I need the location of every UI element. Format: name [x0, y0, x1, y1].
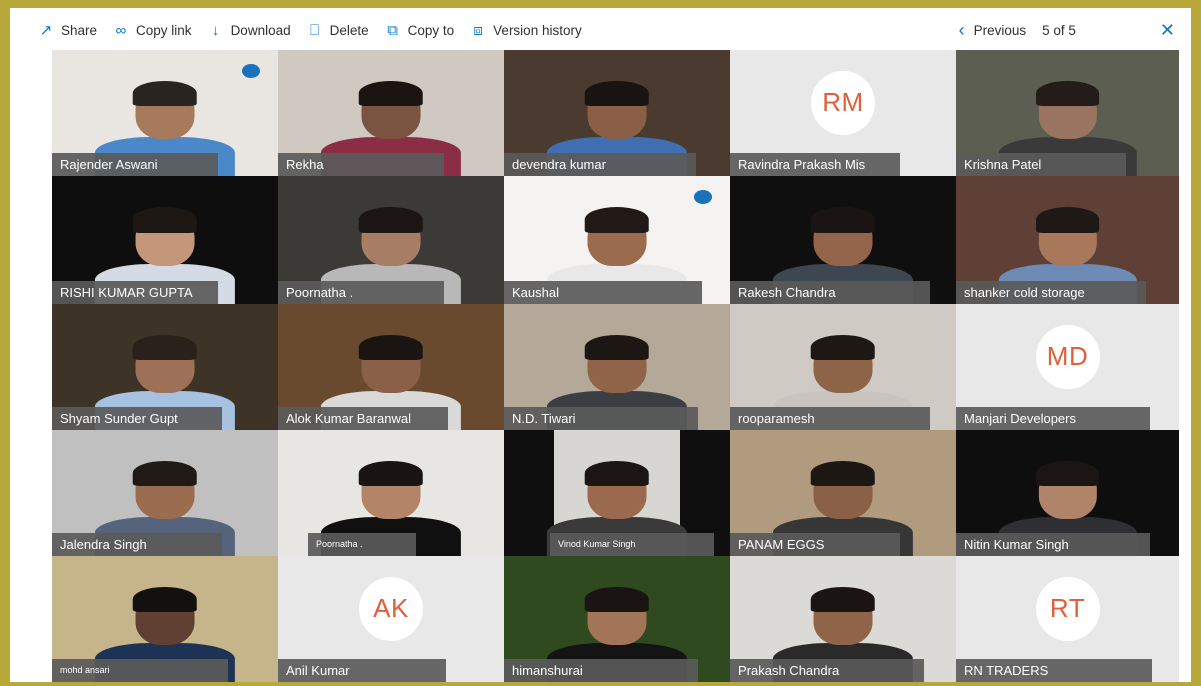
download-button[interactable]: ↓ Download: [208, 23, 291, 38]
viewer-frame: ↗ Share ∞ Copy link ↓ Download ⎕ Delete …: [10, 8, 1191, 682]
page-counter: 5 of 5: [1042, 22, 1076, 38]
participant-tile: devendra kumar: [504, 50, 730, 176]
participant-initials-avatar: AK: [359, 576, 423, 641]
participant-name-label: Rakesh Chandra: [730, 281, 930, 304]
brand-logo-icon: [242, 64, 260, 78]
participant-tile: RT RN TRADERS: [956, 556, 1179, 682]
participant-name-label: Manjari Developers: [956, 407, 1150, 430]
participant-tile: AK Anil Kumar: [278, 556, 504, 682]
participant-name-label: Kaushal: [504, 281, 702, 304]
participant-tile: Alok Kumar Baranwal: [278, 304, 504, 430]
participant-name-label: shanker cold storage: [956, 281, 1146, 304]
participant-name-label: Anil Kumar: [278, 659, 446, 682]
participant-tile: Poornatha .: [278, 176, 504, 304]
download-label: Download: [230, 22, 291, 38]
participant-name-label: Krishna Patel: [956, 153, 1126, 176]
copy-link-button[interactable]: ∞ Copy link: [113, 23, 192, 38]
participant-name-label: Ravindra Prakash Mis: [730, 153, 900, 176]
delete-label: Delete: [329, 22, 369, 38]
copy-link-label: Copy link: [136, 22, 192, 38]
participant-tile: Poornatha .: [278, 430, 504, 556]
history-icon: ⧈: [473, 21, 483, 39]
participant-name-label: devendra kumar: [504, 153, 696, 176]
close-icon[interactable]: ✕: [1160, 20, 1175, 41]
share-icon: ↗: [39, 21, 53, 39]
participant-tile: Shyam Sunder Gupt: [52, 304, 278, 430]
link-icon: ∞: [115, 21, 127, 39]
participant-name-label: RISHI KUMAR GUPTA: [52, 281, 218, 304]
participant-name-label: Poornatha .: [308, 533, 416, 556]
participant-name-label: rooparamesh: [730, 407, 930, 430]
participant-tile: Kaushal: [504, 176, 730, 304]
participant-tile: Rekha: [278, 50, 504, 176]
participant-name-label: Prakash Chandra: [730, 659, 924, 682]
toolbar: ↗ Share ∞ Copy link ↓ Download ⎕ Delete …: [10, 8, 1191, 52]
participant-name-label: Jalendra Singh: [52, 533, 222, 556]
participant-tile: Rajender Aswani: [52, 50, 278, 176]
participant-name-label: mohd ansari: [52, 659, 228, 682]
participant-tile: PANAM EGGS: [730, 430, 956, 556]
participant-tile: MD Manjari Developers: [956, 304, 1179, 430]
participant-tile: Nitin Kumar Singh: [956, 430, 1179, 556]
copy-to-button[interactable]: ⧉ Copy to: [385, 21, 455, 39]
participant-tile: rooparamesh: [730, 304, 956, 430]
participant-name-label: Nitin Kumar Singh: [956, 533, 1150, 556]
participant-tile: N.D. Tiwari: [504, 304, 730, 430]
copy-icon: ⧉: [387, 21, 398, 39]
participant-name-label: Poornatha .: [278, 281, 444, 304]
participant-initials-avatar: MD: [1035, 324, 1100, 389]
participant-initials-avatar: RM: [811, 70, 875, 135]
participant-name-label: PANAM EGGS: [730, 533, 900, 556]
participant-tile: Vinod Kumar Singh: [504, 430, 730, 556]
trash-icon: ⎕: [310, 21, 320, 39]
participant-tile: RM Ravindra Prakash Mis: [730, 50, 956, 176]
participant-name-label: Alok Kumar Baranwal: [278, 407, 448, 430]
chevron-left-icon: ‹: [958, 19, 965, 40]
participant-name-label: RN TRADERS: [956, 659, 1152, 682]
participant-tile: shanker cold storage: [956, 176, 1179, 304]
version-history-button[interactable]: ⧈ Version history: [470, 21, 582, 39]
previous-button[interactable]: ‹ Previous: [959, 20, 1027, 41]
participant-tile: Prakash Chandra: [730, 556, 956, 682]
participant-initials-avatar: RT: [1035, 576, 1100, 641]
meeting-screenshot-grid: Rajender Aswani Rekha devendra kumar RM Ravi…: [52, 50, 1179, 682]
participant-tile: Krishna Patel: [956, 50, 1179, 176]
brand-logo-icon: [694, 190, 712, 204]
participant-tile: himanshurai: [504, 556, 730, 682]
participant-tile: Rakesh Chandra: [730, 176, 956, 304]
participant-tile: Jalendra Singh: [52, 430, 278, 556]
participant-name-label: N.D. Tiwari: [504, 407, 698, 430]
participant-name-label: himanshurai: [504, 659, 698, 682]
participant-name-label: Shyam Sunder Gupt: [52, 407, 222, 430]
participant-name-label: Rajender Aswani: [52, 153, 218, 176]
version-history-label: Version history: [493, 22, 582, 38]
copy-to-label: Copy to: [407, 22, 455, 38]
delete-button[interactable]: ⎕ Delete: [307, 23, 369, 38]
participant-name-label: Vinod Kumar Singh: [550, 533, 714, 556]
share-label: Share: [61, 22, 98, 38]
previous-label: Previous: [973, 22, 1027, 38]
participant-name-label: Rekha: [278, 153, 444, 176]
share-button[interactable]: ↗ Share: [38, 23, 97, 38]
participant-tile: RISHI KUMAR GUPTA: [52, 176, 278, 304]
download-icon: ↓: [211, 21, 220, 39]
participant-tile: mohd ansari: [52, 556, 278, 682]
